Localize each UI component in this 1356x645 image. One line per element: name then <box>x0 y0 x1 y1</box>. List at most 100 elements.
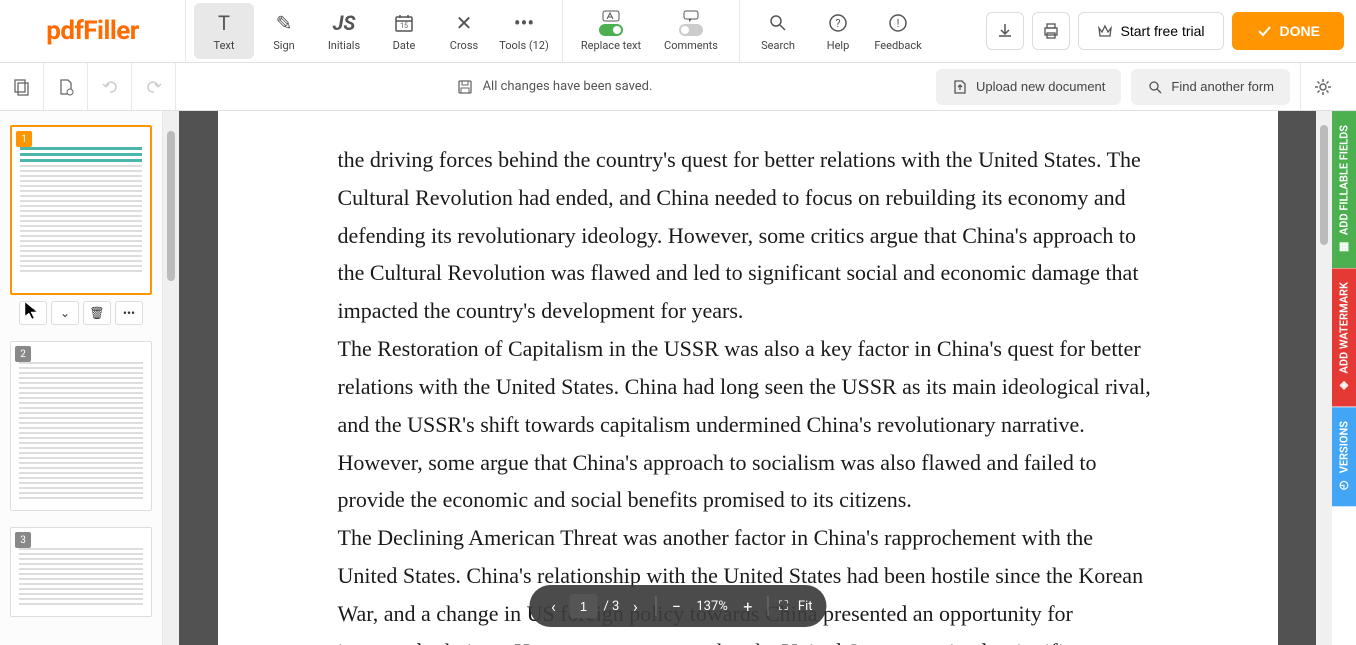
versions-tab[interactable]: ◷ VERSIONS <box>1332 407 1356 506</box>
prev-page-button[interactable]: ‹ <box>543 597 563 616</box>
search-icon <box>768 11 788 35</box>
thumbnail-3[interactable]: 3 <box>10 527 152 617</box>
tool-initials[interactable]: JS Initials <box>314 3 374 59</box>
sign-icon: ✎ <box>276 11 293 35</box>
tool-date-label: Date <box>393 39 416 52</box>
tool-comments[interactable]: Comments <box>651 3 731 59</box>
tool-feedback-label: Feedback <box>874 39 921 52</box>
svg-text:!: ! <box>897 17 900 30</box>
tool-text-label: Text <box>214 39 235 52</box>
thumb-1-num: 1 <box>16 131 32 147</box>
thumb-delete-button[interactable]: 🗑 <box>83 301 111 325</box>
zoom-out-button[interactable]: − <box>666 597 686 616</box>
start-trial-button[interactable]: Start free trial <box>1078 12 1224 50</box>
tool-more[interactable]: ••• Tools (12) <box>494 3 554 59</box>
right-side-tabs: ▦ ADD FILLABLE FIELDS ◈ ADD WATERMARK ◷ … <box>1332 111 1356 645</box>
cross-icon: ✕ <box>456 11 473 35</box>
separator <box>768 596 769 616</box>
tool-more-label: Tools (12) <box>499 39 549 52</box>
document-text: the driving forces behind the country's … <box>338 141 1158 645</box>
thumb-more-button[interactable]: ••• <box>115 301 143 325</box>
toolbar: T Text ✎ Sign JS Initials 15 Date ✕ Cros… <box>185 0 974 62</box>
date-icon: 15 <box>394 11 414 35</box>
document-icon <box>57 78 75 96</box>
download-icon <box>996 22 1014 40</box>
sidebar-scrollbar[interactable] <box>163 111 179 645</box>
tool-help-label: Help <box>827 39 850 52</box>
svg-text:15: 15 <box>400 22 408 30</box>
sidebar-scroll-thumb[interactable] <box>167 131 175 281</box>
sub-bar: All changes have been saved. Upload new … <box>0 63 1356 111</box>
more-icon: ••• <box>123 306 135 320</box>
undo-button[interactable] <box>88 63 132 110</box>
fit-button[interactable]: Fit <box>798 599 813 614</box>
thumbnail-2[interactable]: 2 <box>10 341 152 511</box>
add-fillable-fields-tab[interactable]: ▦ ADD FILLABLE FIELDS <box>1332 111 1356 268</box>
tool-cross[interactable]: ✕ Cross <box>434 3 494 59</box>
tool-comments-label: Comments <box>664 39 718 52</box>
tool-replace-label: Replace text <box>581 39 641 52</box>
tool-feedback[interactable]: ! Feedback <box>868 3 928 59</box>
find-label: Find another form <box>1171 79 1274 94</box>
main-area: 1 ⌃ ⌄ 🗑 ••• 2 3 <box>0 111 1356 645</box>
next-page-button[interactable]: › <box>625 597 645 616</box>
tool-cross-label: Cross <box>450 39 478 52</box>
document-scroll-thumb[interactable] <box>1320 125 1328 245</box>
thumb-next-button[interactable]: ⌄ <box>51 301 79 325</box>
tool-help[interactable]: ? Help <box>808 3 868 59</box>
thumb-3-num: 3 <box>15 532 31 548</box>
comments-icon <box>679 11 703 35</box>
pages-panel-button[interactable] <box>0 63 44 110</box>
tool-search[interactable]: Search <box>748 3 808 59</box>
upload-document-button[interactable]: Upload new document <box>936 69 1121 105</box>
help-icon: ? <box>828 11 848 35</box>
tool-search-label: Search <box>761 39 795 52</box>
check-icon <box>1256 23 1272 39</box>
find-form-button[interactable]: Find another form <box>1131 69 1290 105</box>
logo[interactable]: pdfFiller <box>0 0 185 62</box>
done-button[interactable]: DONE <box>1232 12 1344 50</box>
thumb-2-num: 2 <box>15 346 31 362</box>
add-watermark-tab[interactable]: ◈ ADD WATERMARK <box>1332 268 1356 406</box>
sub-left <box>0 63 185 110</box>
watermark-tab-label: ADD WATERMARK <box>1338 282 1351 373</box>
find-icon <box>1147 79 1163 95</box>
gear-icon <box>1313 77 1333 97</box>
document-area[interactable]: the driving forces behind the country's … <box>179 111 1316 645</box>
fields-tab-label: ADD FILLABLE FIELDS <box>1338 125 1351 235</box>
download-button[interactable] <box>986 12 1024 50</box>
trial-label: Start free trial <box>1121 23 1205 39</box>
save-icon <box>457 79 473 95</box>
document-page[interactable]: the driving forces behind the country's … <box>218 111 1278 645</box>
separator <box>655 596 656 616</box>
thumbnail-2-container: 2 <box>10 341 152 511</box>
save-status-text: All changes have been saved. <box>483 79 653 94</box>
versions-tab-label: VERSIONS <box>1338 421 1351 473</box>
versions-icon: ◷ <box>1338 479 1351 492</box>
undo-icon <box>101 78 119 96</box>
crown-icon <box>1097 23 1113 39</box>
zoom-in-button[interactable]: + <box>738 597 758 616</box>
document-button[interactable] <box>44 63 88 110</box>
tool-sign[interactable]: ✎ Sign <box>254 3 314 59</box>
redo-button[interactable] <box>132 63 176 110</box>
tool-date[interactable]: 15 Date <box>374 3 434 59</box>
replace-text-icon <box>599 11 623 35</box>
more-icon: ••• <box>514 11 534 35</box>
mouse-cursor <box>24 301 40 321</box>
tool-replace-text[interactable]: Replace text <box>571 3 651 59</box>
pages-icon <box>13 78 31 96</box>
document-scrollbar[interactable] <box>1316 111 1332 645</box>
tool-text[interactable]: T Text <box>194 3 254 59</box>
settings-button[interactable] <box>1300 63 1344 111</box>
thumbnail-1[interactable]: 1 <box>10 125 152 295</box>
upload-label: Upload new document <box>976 79 1105 94</box>
page-nav: ‹ / 3 › <box>543 594 645 618</box>
print-button[interactable] <box>1032 12 1070 50</box>
print-icon <box>1042 22 1060 40</box>
top-bar: pdfFiller T Text ✎ Sign JS Initials 15 D… <box>0 0 1356 63</box>
trash-icon: 🗑 <box>89 306 104 320</box>
page-number-input[interactable] <box>569 594 597 618</box>
sub-right: Upload new document Find another form <box>924 63 1356 111</box>
fit-icon: ⛶ <box>779 599 788 614</box>
